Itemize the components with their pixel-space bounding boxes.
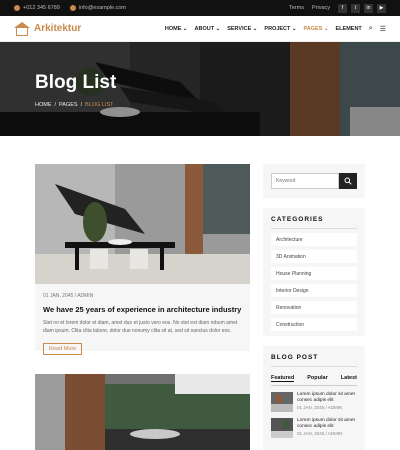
breadcrumb-home[interactable]: HOME <box>35 102 52 108</box>
email-text: info@example.com <box>78 5 127 11</box>
search-input[interactable] <box>271 173 339 189</box>
nav-home[interactable]: HOME ⌄ <box>165 26 188 32</box>
email-info: info@example.com <box>69 5 127 11</box>
envelope-icon <box>69 5 76 11</box>
category-interior-design[interactable]: Interior Design <box>271 284 357 297</box>
breadcrumb-pages[interactable]: PAGES <box>59 102 78 108</box>
phone-text: +012 345 6789 <box>23 5 60 11</box>
search-button[interactable] <box>339 173 357 189</box>
nav-element[interactable]: ELEMENT <box>336 26 362 32</box>
nav-pages[interactable]: PAGES ⌄ <box>304 26 329 32</box>
main-menu: HOME ⌄ ABOUT ⌄ SERVICE ⌄ PROJECT ⌄ PAGES… <box>165 25 386 33</box>
search-icon[interactable]: ⌕ <box>369 25 373 33</box>
privacy-link[interactable]: Privacy <box>312 5 330 11</box>
blog-post-item-title: Lorem ipsum dolor sit amet consec adipis… <box>297 392 355 403</box>
nav-service[interactable]: SERVICE ⌄ <box>227 26 257 32</box>
logo[interactable]: Arkitektur <box>14 21 82 36</box>
breadcrumb: HOME / PAGES / BLOG LIST <box>35 102 114 108</box>
blog-post-widget: BLOG POST Featured Popular Latest Lorem … <box>263 346 365 450</box>
blog-post-item-meta: 01 JAN, 2045 / ADMIN <box>297 431 343 436</box>
nav-about[interactable]: ABOUT ⌄ <box>195 26 221 32</box>
post-title[interactable]: We have 25 years of experience in archit… <box>43 305 242 314</box>
hamburger-menu-icon[interactable]: ☰ <box>380 25 386 33</box>
top-bar: +012 345 6789 info@example.com Terms Pri… <box>0 0 400 16</box>
categories-widget: CATEGORIES Architecture 3D Animation Hou… <box>263 208 365 336</box>
tab-popular[interactable]: Popular <box>307 375 327 382</box>
page-header-banner: Blog List HOME / PAGES / BLOG LIST <box>0 42 400 136</box>
post-meta: 01 JAN, 2045 / ADMIN <box>43 293 94 299</box>
read-more-button[interactable]: Read More <box>43 343 83 355</box>
linkedin-icon[interactable]: in <box>364 3 373 13</box>
category-3d-animation[interactable]: 3D Animation <box>271 250 357 263</box>
post-image-2[interactable] <box>35 374 250 450</box>
phone-info: +012 345 6789 <box>14 5 60 11</box>
categories-title: CATEGORIES <box>271 216 357 229</box>
category-construction[interactable]: Construction <box>271 318 357 331</box>
facebook-icon[interactable]: f <box>338 3 347 13</box>
sidebar: CATEGORIES Architecture 3D Animation Hou… <box>263 164 365 450</box>
main-content: 01 JAN, 2045 / ADMIN We have 25 years of… <box>0 136 400 450</box>
phone-icon <box>14 5 20 11</box>
post-thumbnail <box>271 392 293 412</box>
tab-latest[interactable]: Latest <box>341 375 357 382</box>
page-title: Blog List <box>35 72 117 93</box>
category-renovation[interactable]: Renovation <box>271 301 357 314</box>
blog-post-item-title: Lorem ipsum dolor sit amet consec adipis… <box>297 418 355 429</box>
post-excerpt: Stet no et lorem dolor et diam, amet duo… <box>43 320 238 334</box>
category-architecture[interactable]: Architecture <box>271 233 357 246</box>
twitter-icon[interactable]: t <box>351 3 360 13</box>
terms-link[interactable]: Terms <box>289 5 304 11</box>
logo-text: Arkitektur <box>34 23 82 34</box>
breadcrumb-current: BLOG LIST <box>85 102 114 108</box>
nav-project[interactable]: PROJECT ⌄ <box>264 26 296 32</box>
blog-post-card: 01 JAN, 2045 / ADMIN We have 25 years of… <box>35 164 250 355</box>
blog-post-item[interactable]: Lorem ipsum dolor sit amet consec adipis… <box>271 418 357 438</box>
main-navbar: Arkitektur HOME ⌄ ABOUT ⌄ SERVICE ⌄ PROJ… <box>0 16 400 42</box>
blog-post-item[interactable]: Lorem ipsum dolor sit amet consec adipis… <box>271 392 357 412</box>
search-widget <box>263 164 365 198</box>
youtube-icon[interactable]: ▶ <box>377 3 386 13</box>
building-logo-icon <box>14 21 30 36</box>
blog-post-title: BLOG POST <box>271 354 357 367</box>
category-house-planning[interactable]: House Planning <box>271 267 357 280</box>
blog-post-item-meta: 01 JAN, 2045 / ADMIN <box>297 405 343 410</box>
tab-featured[interactable]: Featured <box>271 375 295 382</box>
blog-post-tabs: Featured Popular Latest <box>271 375 357 386</box>
blog-post-card-2 <box>35 374 250 450</box>
post-thumbnail <box>271 418 293 438</box>
search-icon <box>344 177 352 185</box>
post-image[interactable] <box>35 164 250 284</box>
